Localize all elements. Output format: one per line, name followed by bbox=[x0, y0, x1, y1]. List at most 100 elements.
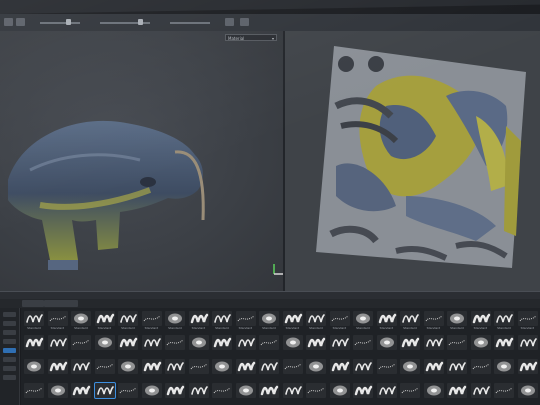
brush-thumbnail[interactable] bbox=[282, 358, 304, 380]
category-item[interactable] bbox=[3, 366, 16, 371]
brush-preset-icon[interactable] bbox=[16, 18, 25, 26]
brush-thumbnail[interactable] bbox=[493, 334, 515, 356]
brush-thumbnail[interactable] bbox=[235, 382, 257, 404]
brush-thumbnail[interactable] bbox=[235, 334, 257, 356]
brush-thumbnail[interactable] bbox=[164, 382, 186, 404]
brush-thumbnail[interactable] bbox=[517, 382, 539, 404]
brush-thumbnail[interactable] bbox=[117, 334, 139, 356]
size-slider[interactable] bbox=[40, 22, 80, 24]
brush-thumbnail[interactable]: Standard bbox=[305, 310, 327, 332]
brush-thumbnail[interactable]: Standard bbox=[94, 310, 116, 332]
brush-thumbnail[interactable] bbox=[352, 358, 374, 380]
brush-thumbnail[interactable] bbox=[352, 382, 374, 404]
brush-thumbnail[interactable] bbox=[305, 358, 327, 380]
brush-thumbnail[interactable] bbox=[211, 358, 233, 380]
brush-thumbnail[interactable] bbox=[23, 358, 45, 380]
brush-thumbnail[interactable] bbox=[141, 358, 163, 380]
brush-thumbnail[interactable] bbox=[376, 382, 398, 404]
brush-thumbnail[interactable] bbox=[517, 334, 539, 356]
brush-thumbnail[interactable]: Standard bbox=[235, 310, 257, 332]
brush-thumbnail[interactable]: Standard bbox=[188, 310, 210, 332]
brush-thumbnail[interactable]: Standard bbox=[470, 310, 492, 332]
brush-thumbnail[interactable] bbox=[399, 334, 421, 356]
stroke-opacity-slider[interactable] bbox=[170, 22, 210, 24]
brush-thumbnail[interactable]: Standard bbox=[47, 310, 69, 332]
brush-thumbnail[interactable]: Standard bbox=[446, 310, 468, 332]
brush-thumbnail[interactable] bbox=[258, 334, 280, 356]
brush-thumbnail[interactable] bbox=[352, 334, 374, 356]
brush-thumbnail[interactable]: Standard bbox=[352, 310, 374, 332]
brush-thumbnail[interactable] bbox=[446, 382, 468, 404]
creature-3d-model[interactable] bbox=[0, 110, 215, 280]
brush-thumbnail[interactable] bbox=[70, 382, 92, 404]
brush-thumbnail[interactable] bbox=[117, 358, 139, 380]
lazy-mouse-icon[interactable] bbox=[240, 18, 249, 26]
brush-thumbnail[interactable] bbox=[70, 358, 92, 380]
brush-thumbnail[interactable] bbox=[423, 382, 445, 404]
brush-thumbnail[interactable] bbox=[188, 382, 210, 404]
brush-thumbnail[interactable]: Standard bbox=[517, 310, 539, 332]
brush-thumbnail[interactable] bbox=[23, 334, 45, 356]
viewport-mode-select[interactable]: Material ▾ bbox=[225, 34, 277, 41]
brush-thumbnail[interactable] bbox=[164, 358, 186, 380]
brush-thumbnail[interactable] bbox=[211, 382, 233, 404]
brush-thumbnail[interactable] bbox=[423, 334, 445, 356]
brush-thumbnail[interactable]: Standard bbox=[23, 310, 45, 332]
brush-thumbnail[interactable] bbox=[517, 358, 539, 380]
brush-thumbnail[interactable] bbox=[305, 382, 327, 404]
brush-thumbnail[interactable] bbox=[164, 334, 186, 356]
brush-thumbnail[interactable] bbox=[188, 358, 210, 380]
library-tab[interactable] bbox=[22, 300, 44, 307]
brush-thumbnail[interactable] bbox=[47, 334, 69, 356]
brush-thumbnail[interactable] bbox=[423, 358, 445, 380]
brush-thumbnail[interactable] bbox=[376, 334, 398, 356]
brush-thumbnail[interactable] bbox=[376, 358, 398, 380]
category-item[interactable] bbox=[3, 330, 16, 335]
mirror-icon[interactable] bbox=[225, 18, 234, 26]
brush-thumbnail[interactable]: Standard bbox=[258, 310, 280, 332]
category-item[interactable] bbox=[3, 321, 16, 326]
brush-thumbnail[interactable] bbox=[470, 358, 492, 380]
brush-thumbnail[interactable] bbox=[329, 358, 351, 380]
brush-thumbnail[interactable] bbox=[329, 334, 351, 356]
category-item[interactable] bbox=[3, 312, 16, 317]
brush-thumbnail[interactable]: Standard bbox=[329, 310, 351, 332]
brush-thumbnail[interactable]: Standard bbox=[141, 310, 163, 332]
brush-thumbnail[interactable] bbox=[141, 382, 163, 404]
brush-thumbnail[interactable] bbox=[282, 382, 304, 404]
brush-thumbnail[interactable]: Standard bbox=[493, 310, 515, 332]
brush-thumbnail[interactable] bbox=[70, 334, 92, 356]
brush-thumbnail[interactable]: Standard bbox=[211, 310, 233, 332]
brush-thumbnail[interactable] bbox=[94, 358, 116, 380]
brush-thumbnail[interactable]: Standard bbox=[282, 310, 304, 332]
brush-thumbnail[interactable] bbox=[235, 358, 257, 380]
brush-thumbnail[interactable] bbox=[399, 358, 421, 380]
brush-thumbnail[interactable]: Standard bbox=[399, 310, 421, 332]
brush-tool-icon[interactable] bbox=[4, 18, 13, 26]
brush-thumbnail[interactable] bbox=[188, 334, 210, 356]
category-item[interactable] bbox=[3, 375, 16, 380]
brush-thumbnail[interactable]: Standard bbox=[70, 310, 92, 332]
brush-thumbnail[interactable] bbox=[211, 334, 233, 356]
brush-thumbnail[interactable] bbox=[305, 334, 327, 356]
size-slider-handle[interactable] bbox=[66, 19, 71, 25]
brush-thumbnail[interactable] bbox=[470, 334, 492, 356]
brush-thumbnail[interactable] bbox=[446, 334, 468, 356]
category-item-selected[interactable] bbox=[3, 348, 16, 353]
brush-thumbnail[interactable] bbox=[47, 382, 69, 404]
brush-thumbnail[interactable] bbox=[493, 382, 515, 404]
brush-thumbnail[interactable] bbox=[329, 382, 351, 404]
brush-thumbnail[interactable] bbox=[23, 382, 45, 404]
brush-thumbnail[interactable]: Standard bbox=[117, 310, 139, 332]
brush-thumbnail[interactable] bbox=[117, 382, 139, 404]
brush-thumbnail[interactable] bbox=[446, 358, 468, 380]
brush-thumbnail[interactable] bbox=[258, 358, 280, 380]
flow-slider-handle[interactable] bbox=[138, 19, 143, 25]
brush-thumbnail[interactable] bbox=[470, 382, 492, 404]
category-item[interactable] bbox=[3, 339, 16, 344]
brush-thumbnail[interactable]: Standard bbox=[164, 310, 186, 332]
brush-thumbnail[interactable]: Standard bbox=[423, 310, 445, 332]
brush-thumbnail[interactable]: Standard bbox=[376, 310, 398, 332]
library-tab[interactable] bbox=[60, 300, 78, 307]
brush-thumbnail[interactable] bbox=[94, 334, 116, 356]
